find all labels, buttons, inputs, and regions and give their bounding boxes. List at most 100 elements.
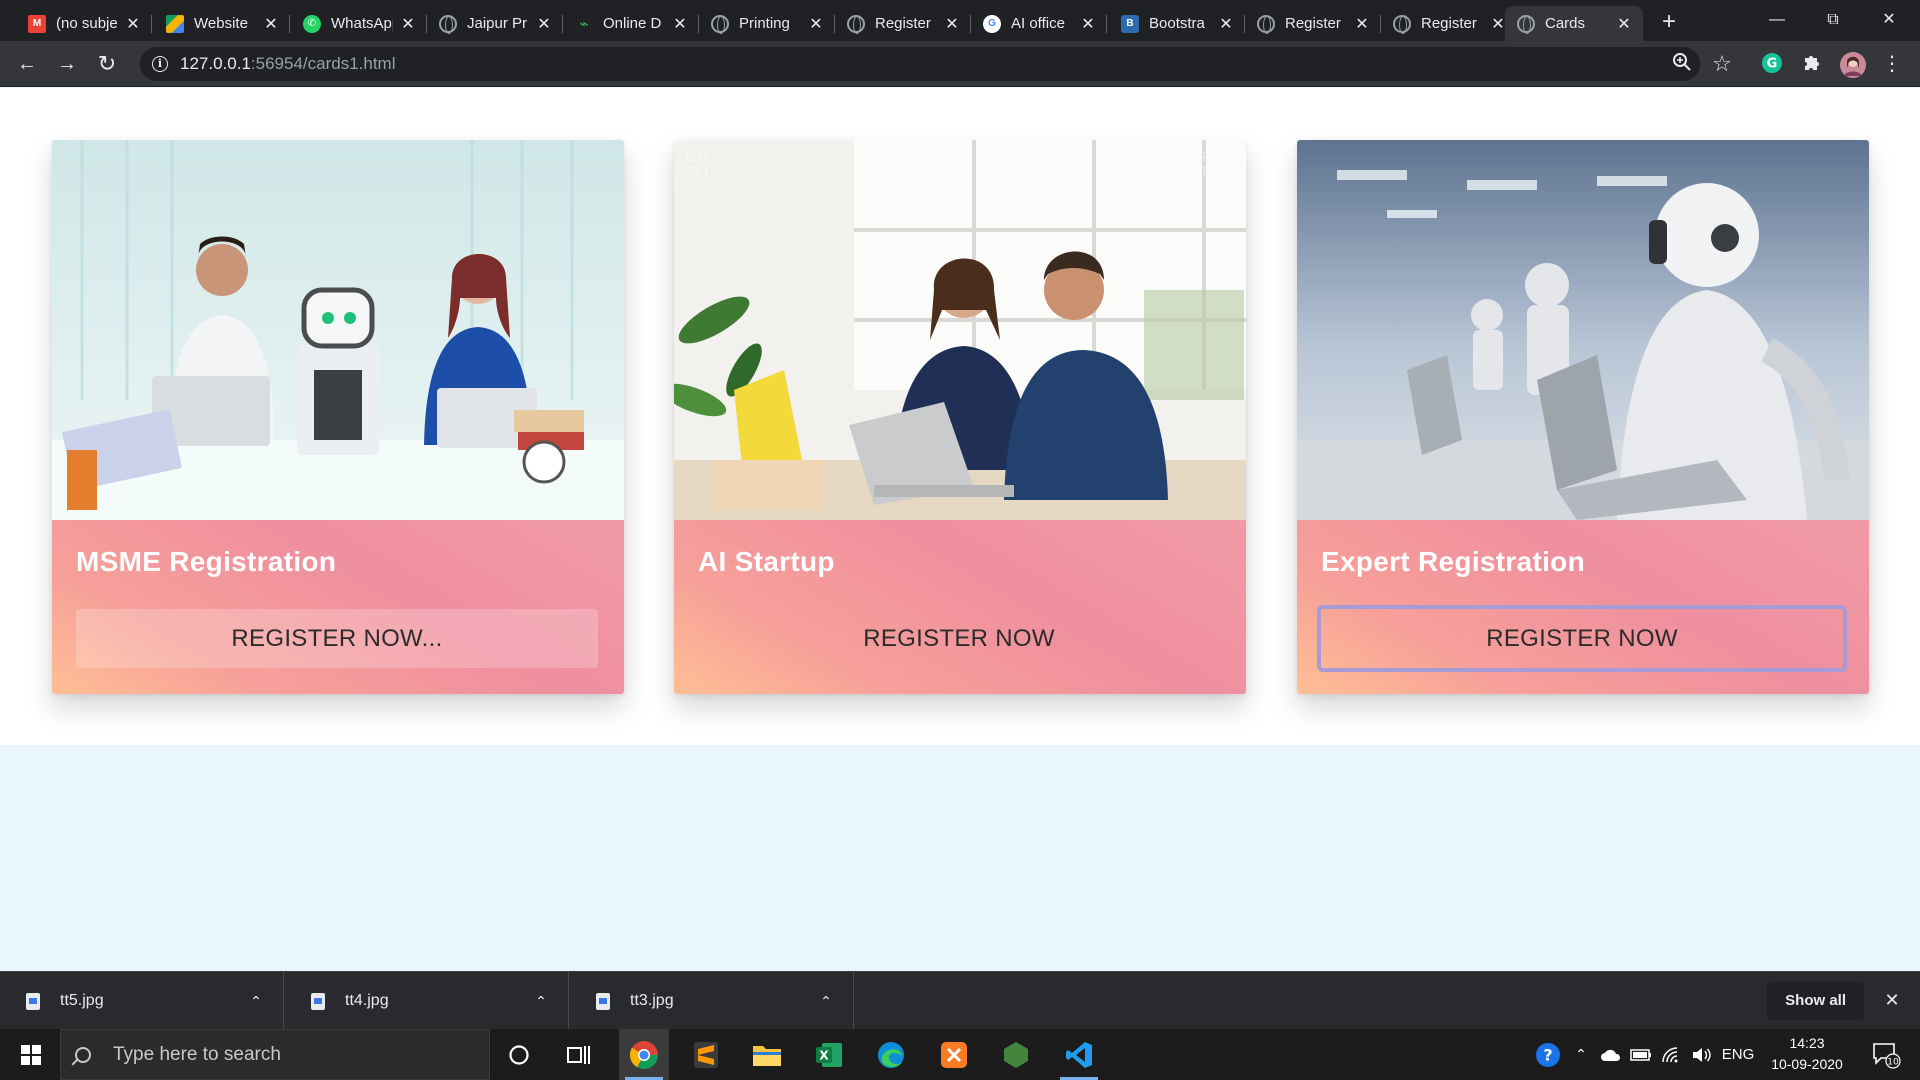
browser-tab[interactable]: M (no subject) ✕ [16,6,152,41]
profile-avatar[interactable] [1840,52,1866,78]
tab-close-icon[interactable]: ✕ [124,14,142,34]
chevron-up-icon[interactable]: ⌃ [241,993,271,1010]
tab-close-icon[interactable]: ✕ [1079,14,1097,34]
battery-icon[interactable] [1628,1029,1654,1080]
volume-icon[interactable] [1688,1029,1714,1080]
card-body: MSME Registration REGISTER NOW... [52,520,624,694]
browser-tab[interactable]: B Bootstra ✕ [1109,6,1245,41]
drive-icon [166,14,184,33]
chevron-up-icon[interactable]: ⌃ [526,993,556,1010]
card-ai-startup: OFF SET OFF SET OFF SET AI Startup REGISTER N… [674,140,1246,694]
browser-tab[interactable]: Cards ✕ [1505,6,1643,41]
tab-close-icon[interactable]: ✕ [1217,14,1235,34]
extensions-puzzle-icon[interactable] [1800,52,1824,76]
browser-tab[interactable]: Register ✕ [835,6,971,41]
browser-tab[interactable]: Jaipur Pr ✕ [427,6,563,41]
site-info-icon[interactable]: i [152,56,168,72]
url-text[interactable]: 127.0.0.1:56954/cards1.html [180,54,396,74]
tab-close-icon[interactable]: ✕ [943,14,961,34]
register-now-button[interactable]: REGISTER NOW... [76,609,598,668]
address-bar[interactable]: i 127.0.0.1:56954/cards1.html [140,47,1700,81]
image-file-icon [26,992,40,1010]
system-clock[interactable]: 14:23 10-09-2020 [1762,1033,1852,1075]
reload-icon[interactable]: ↻ [92,49,122,79]
tab-close-icon[interactable]: ✕ [262,14,280,34]
tab-title: Register [1421,15,1477,32]
download-bar: tt5.jpg ⌃ tt4.jpg ⌃ tt3.jpg ⌃ Show all ✕ [0,971,1920,1030]
onedrive-cloud-icon[interactable] [1598,1029,1624,1080]
taskbar-search-box[interactable]: Type here to search [60,1029,490,1080]
tab-title: Jaipur Pr [467,15,528,32]
browser-tab[interactable]: ✆ WhatsApp ✕ [291,6,427,41]
browser-tab[interactable]: Register ✕ [1381,6,1517,41]
show-all-button[interactable]: Show all [1767,982,1864,1020]
chevron-up-icon[interactable]: ⌃ [811,993,841,1010]
svg-text:SET: SET [686,165,710,180]
nodejs-icon[interactable] [991,1029,1041,1080]
card-image-office-couple: OFF SET OFF SET OFF SET [674,140,1246,520]
bootstrap-icon: B [1121,14,1139,33]
tab-close-icon[interactable]: ✕ [807,14,825,34]
browser-tab[interactable]: Printing ✕ [699,6,835,41]
task-view-icon[interactable] [554,1029,604,1080]
wifi-icon[interactable] [1658,1029,1684,1080]
card-title: Expert Registration [1321,546,1585,577]
download-item[interactable]: tt3.jpg ⌃ [570,972,854,1030]
restore-icon[interactable]: ⧉ [1810,0,1856,41]
grammarly-extension-icon[interactable]: G [1760,52,1784,76]
close-window-icon[interactable]: ✕ [1866,0,1912,41]
tab-close-icon[interactable]: ✕ [1615,14,1633,34]
cortana-icon[interactable] [494,1029,544,1080]
new-tab-button[interactable]: + [1655,8,1683,36]
menu-kebab-icon[interactable]: ⋮ [1880,52,1904,76]
excel-icon[interactable]: X [804,1029,854,1080]
card-expert: Expert Registration REGISTER NOW [1297,140,1869,694]
zoom-icon[interactable] [1670,52,1694,76]
back-icon[interactable]: ← [12,49,42,79]
svg-text:OFF: OFF [686,151,711,166]
browser-tab[interactable]: G AI office ✕ [971,6,1107,41]
globe-icon [1517,14,1535,34]
tab-strip: M(no subject)✕Website✕✆WhatsApp✕Jaipur P… [0,0,1920,41]
whatsapp-icon: ✆ [303,14,321,33]
notification-center-icon[interactable]: 10 [1866,1029,1906,1080]
svg-text:OFF: OFF [1184,151,1209,166]
tab-close-icon[interactable]: ✕ [399,14,417,34]
register-now-button[interactable]: REGISTER NOW [698,609,1220,668]
chrome-taskbar-icon[interactable] [619,1029,669,1080]
google-icon: G [983,14,1001,33]
help-icon[interactable]: ? [1532,1029,1564,1080]
url-path: :56954/cards1.html [250,54,396,73]
clock-time: 14:23 [1789,1035,1825,1051]
tab-title: Website [194,15,248,32]
input-language[interactable]: ENG [1718,1029,1758,1080]
show-hidden-icons-chevron-icon[interactable]: ⌃ [1570,1029,1592,1080]
tab-close-icon[interactable]: ✕ [535,14,553,34]
tab-separator [289,15,290,33]
browser-tab[interactable]: ⌁ Online D ✕ [563,6,699,41]
download-item[interactable]: tt4.jpg ⌃ [285,972,569,1030]
tab-title: Register [1285,15,1341,32]
file-explorer-icon[interactable] [742,1029,792,1080]
download-item[interactable]: tt5.jpg ⌃ [0,972,284,1030]
sublime-text-icon[interactable] [681,1029,731,1080]
url-host: 127.0.0.1 [180,54,251,73]
bookmark-star-icon[interactable]: ☆ [1710,52,1734,76]
register-now-button[interactable]: REGISTER NOW [1317,605,1847,672]
xampp-icon[interactable] [929,1029,979,1080]
start-button[interactable] [8,1029,54,1080]
browser-tab[interactable]: Register ✕ [1245,6,1381,41]
vscode-icon[interactable] [1054,1029,1104,1080]
tab-close-icon[interactable]: ✕ [1353,14,1371,34]
edge-browser-icon[interactable] [866,1029,916,1080]
tab-close-icon[interactable]: ✕ [671,14,689,34]
minimize-icon[interactable]: — [1754,0,1800,41]
svg-text:G: G [1767,57,1778,72]
card-body: Expert Registration REGISTER NOW [1297,520,1869,694]
browser-tab[interactable]: Website ✕ [154,6,290,41]
search-placeholder: Type here to search [113,1043,281,1065]
download-filename: tt4.jpg [345,992,389,1009]
forward-icon[interactable]: → [52,49,82,79]
tab-title: Cards [1545,15,1586,32]
close-download-bar-icon[interactable]: ✕ [1878,986,1906,1014]
